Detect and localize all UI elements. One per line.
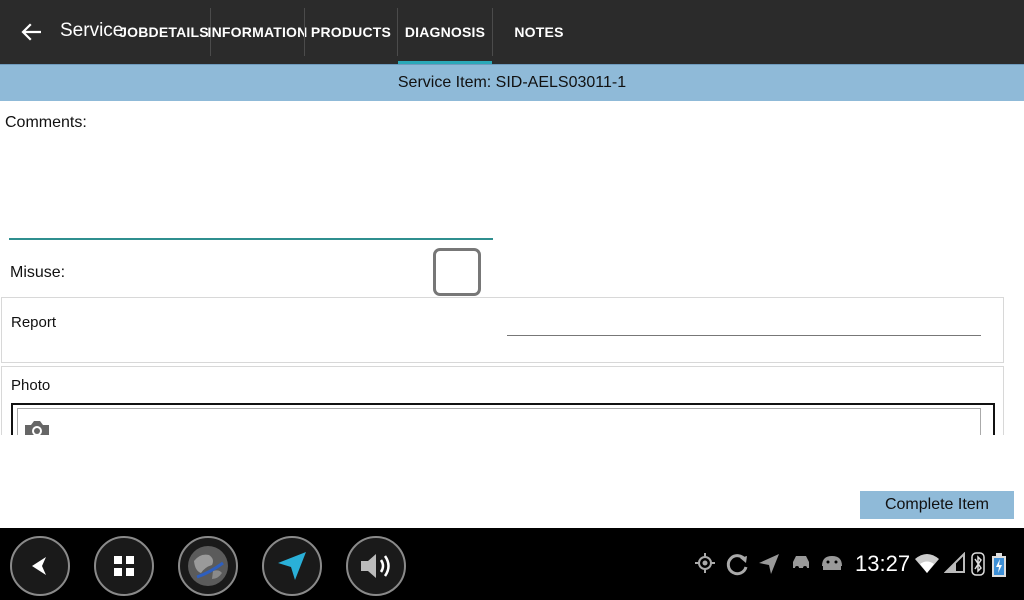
bluetooth-icon: [971, 552, 985, 576]
photo-placeholder[interactable]: [17, 408, 981, 435]
tab-notes[interactable]: NOTES: [493, 0, 585, 64]
report-input[interactable]: [507, 318, 981, 336]
location-arrow-icon: [757, 552, 781, 576]
wifi-icon: [914, 552, 940, 574]
app-bar: Service JOBDETAILS INFORMATION PRODUCTS …: [0, 0, 1024, 64]
signal-icon: [944, 552, 966, 574]
back-icon: [32, 557, 46, 575]
volume-icon: [361, 554, 390, 578]
car-icon: [790, 552, 812, 572]
globe-icon: [188, 546, 228, 586]
app-title: Service: [60, 20, 124, 41]
sync-icon: [724, 552, 750, 578]
tab-jobdetails[interactable]: JOBDETAILS: [118, 0, 210, 64]
apps-grid-icon: [114, 556, 134, 576]
report-section: Report: [1, 297, 1004, 363]
apps-button[interactable]: [94, 536, 154, 596]
system-back-button[interactable]: [10, 536, 70, 596]
gps-icon: [694, 552, 716, 574]
photo-label: Photo: [11, 377, 51, 394]
photo-section: Photo: [1, 366, 1004, 435]
misuse-label: Misuse:: [10, 264, 66, 281]
system-bar: 13:27: [0, 528, 1024, 600]
battery-charging-icon: [990, 552, 1008, 578]
navigation-button[interactable]: [262, 536, 322, 596]
complete-item-button[interactable]: Complete Item: [860, 491, 1014, 519]
comments-label: Comments:: [5, 114, 87, 131]
globe-button[interactable]: [178, 536, 238, 596]
camera-icon[interactable]: [22, 417, 52, 435]
service-item-header: Service Item: SID-AELS03011-1: [0, 64, 1024, 101]
android-icon: [819, 552, 845, 572]
volume-button[interactable]: [346, 536, 406, 596]
back-arrow-icon: [21, 23, 41, 41]
clock: 13:27: [855, 551, 911, 576]
tab-products[interactable]: PRODUCTS: [305, 0, 397, 64]
tab-information[interactable]: INFORMATION: [208, 0, 308, 64]
navigation-arrow-icon: [278, 552, 306, 580]
photo-frame: [11, 403, 995, 435]
report-label: Report: [11, 314, 57, 331]
misuse-checkbox[interactable]: [433, 248, 481, 296]
tab-diagnosis[interactable]: DIAGNOSIS: [398, 0, 492, 64]
comments-input[interactable]: [9, 140, 493, 240]
back-arrow-button[interactable]: [14, 18, 48, 46]
